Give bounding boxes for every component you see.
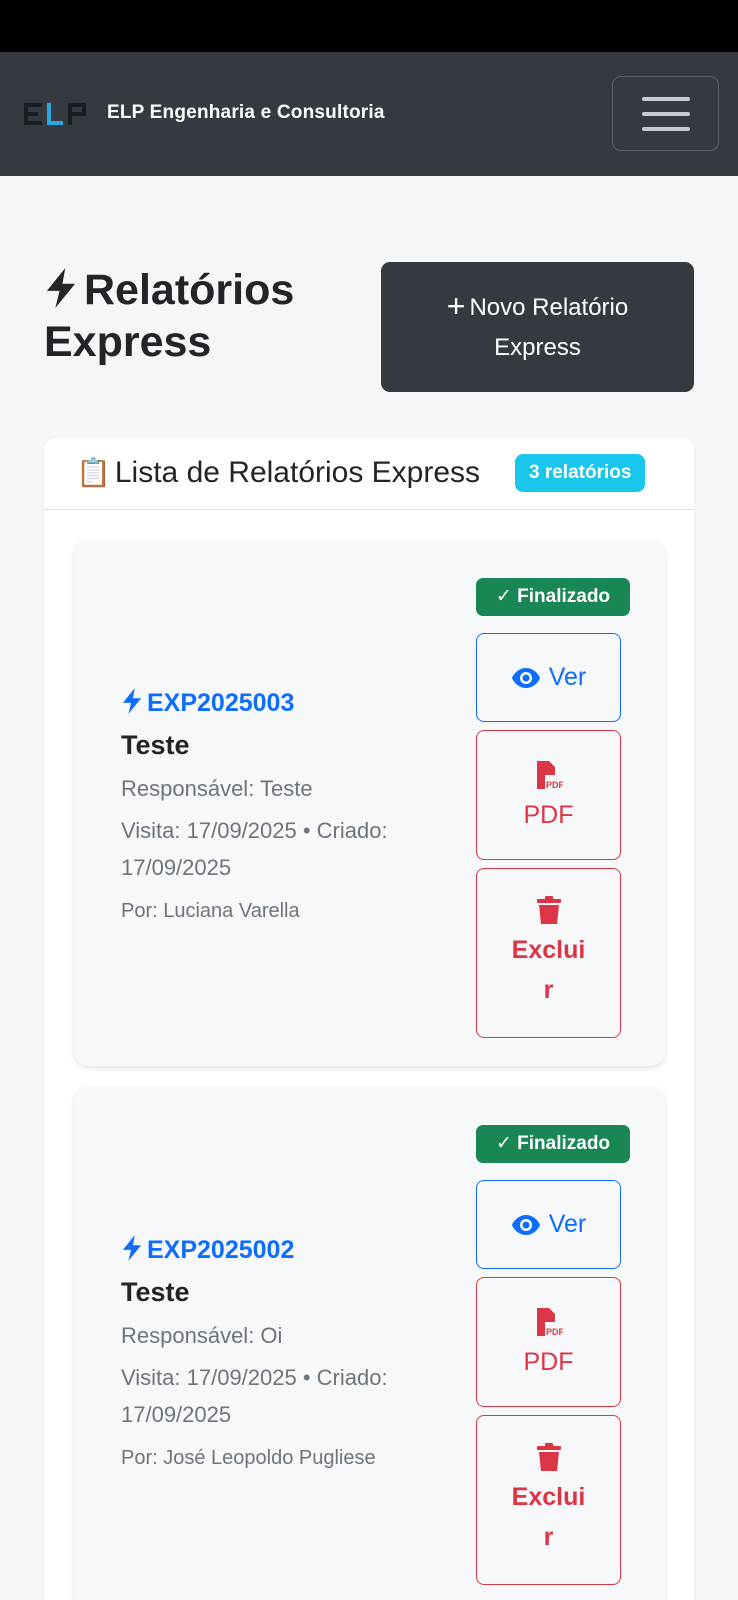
clipboard-icon: 📋 [76,457,111,488]
system-status-bar [0,0,738,52]
report-author: Por: José Leopoldo Pugliese [121,1447,376,1469]
navbar: ELP Engenharia e Consultoria [0,52,738,176]
view-button[interactable]: Ver [476,1180,621,1269]
trash-icon [536,1443,561,1471]
new-report-button[interactable]: + Novo Relatório Express [381,262,694,392]
view-button[interactable]: Ver [476,633,621,722]
status-badge: ✓ Finalizado [476,578,630,616]
delete-button[interactable]: Excluir [476,868,621,1038]
trash-icon [536,896,561,924]
list-title: 📋 Lista de Relatórios Express [76,456,481,489]
bolt-icon [122,688,142,714]
delete-button[interactable]: Excluir [476,1415,621,1585]
brand-name[interactable]: ELP Engenharia e Consultoria [107,102,385,124]
report-responsible: Responsável: Oi [121,1323,283,1348]
check-icon: ✓ [495,586,512,607]
report-code[interactable]: EXP2025002 [121,1235,294,1265]
file-pdf-icon: PDF [536,760,563,790]
file-pdf-icon: PDF [536,1307,563,1337]
elp-logo [24,103,86,125]
report-dates: Visita: 17/09/2025 • Criado: 17/09/2025 [121,818,388,880]
eye-icon [511,667,540,688]
pdf-button[interactable]: PDF PDF [476,1277,621,1407]
report-count-badge: 3 relatórios [515,454,646,492]
report-code[interactable]: EXP2025003 [121,688,294,718]
report-title: Teste [121,1277,190,1307]
svg-text:PDF: PDF [546,1327,563,1337]
page-title: Relatórios Express [44,266,295,366]
bolt-icon [46,268,76,308]
plus-icon: + [446,288,466,324]
menu-toggle-button[interactable] [612,76,719,151]
hamburger-icon [641,96,690,101]
report-list-card: 📋 Lista de Relatórios Express 3 relatório… [44,438,694,1600]
check-icon: ✓ [495,1133,512,1154]
svg-text:PDF: PDF [546,780,563,790]
status-badge: ✓ Finalizado [476,1125,630,1163]
report-dates: Visita: 17/09/2025 • Criado: 17/09/2025 [121,1365,388,1427]
card-header: 📋 Lista de Relatórios Express 3 relatório… [44,438,694,510]
report-responsible: Responsável: Teste [121,776,313,801]
report-title: Teste [121,730,190,760]
pdf-button[interactable]: PDF PDF [476,730,621,860]
report-author: Por: Luciana Varella [121,900,300,922]
eye-icon [511,1214,540,1235]
report-item: EXP2025002 Teste Responsável: Oi Visita:… [74,1087,665,1600]
bolt-icon [122,1235,142,1261]
report-item: EXP2025003 Teste Responsável: Teste Visi… [74,540,665,1066]
